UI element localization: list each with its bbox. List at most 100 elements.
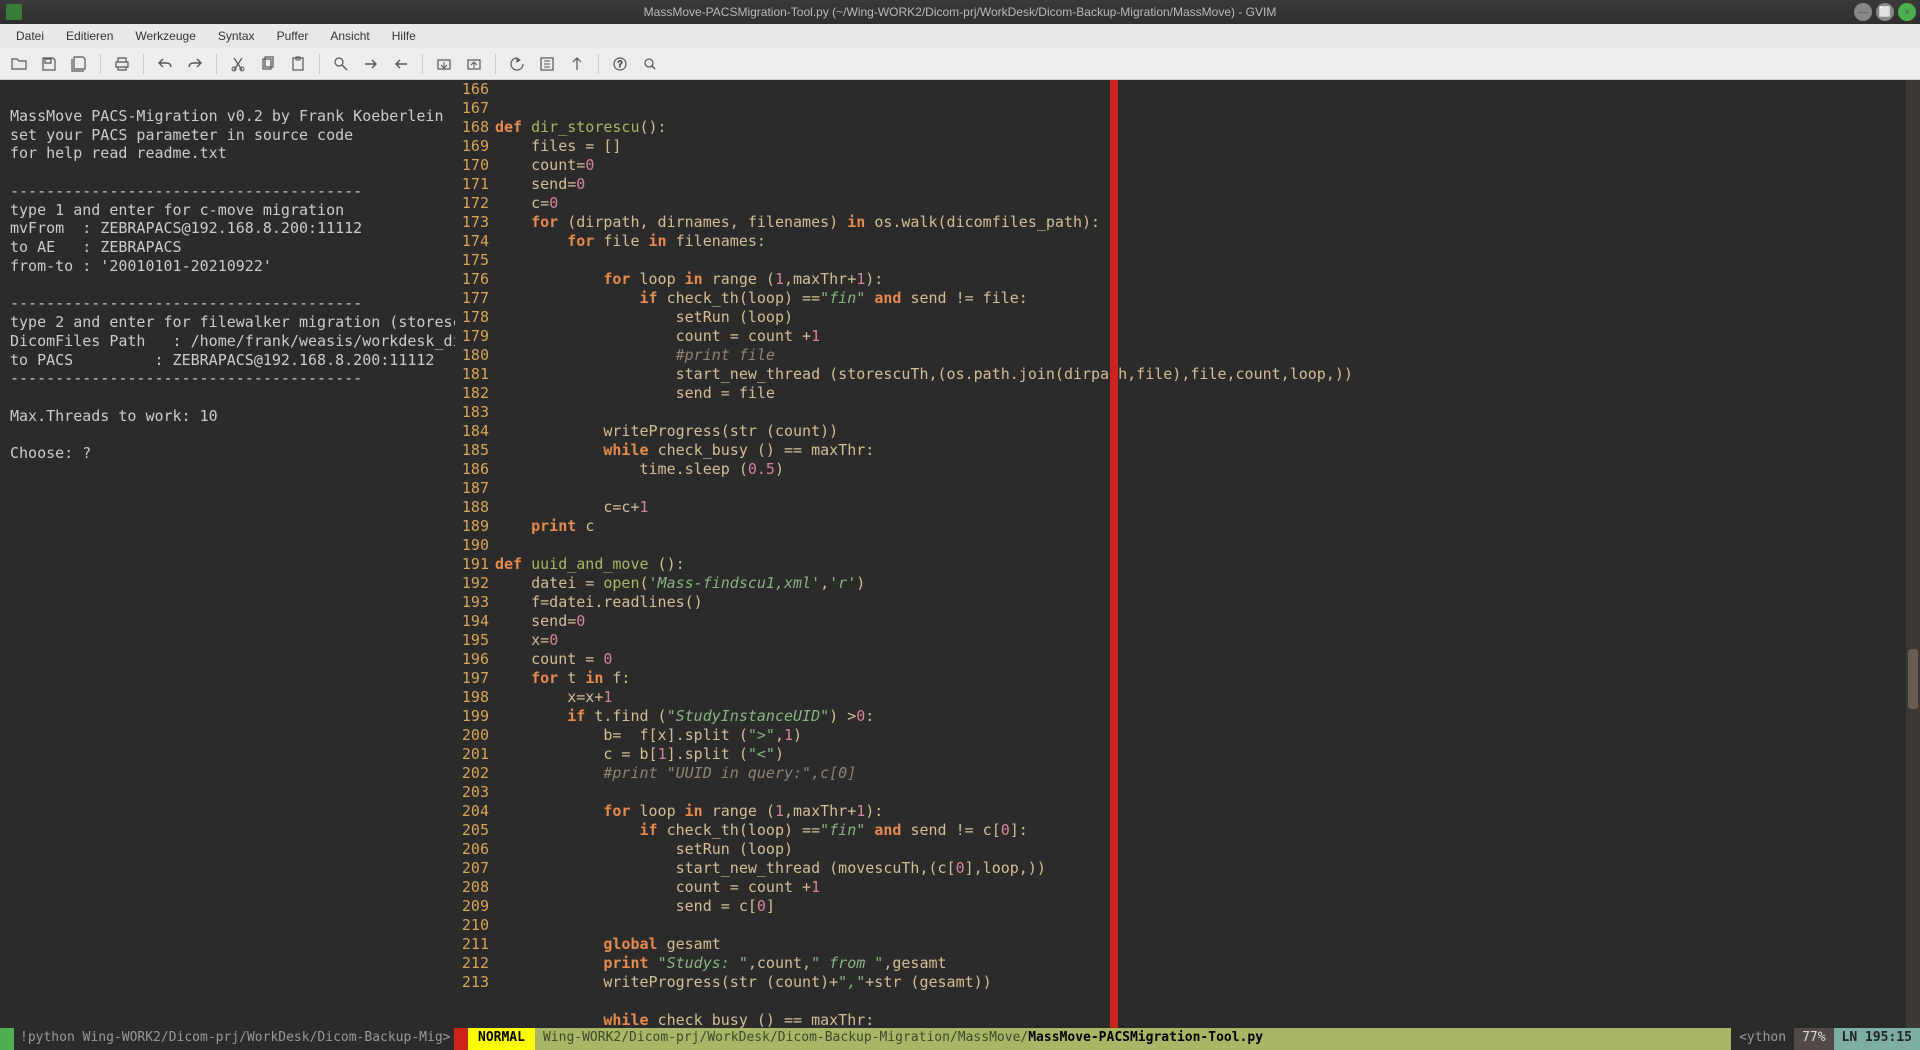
session-load-icon[interactable]	[431, 51, 457, 77]
close-button[interactable]: ×	[1898, 3, 1916, 21]
code-line: global gesamt	[495, 935, 1920, 954]
status-command: !python Wing-WORK2/Dicom-prj/WorkDesk/Di…	[14, 1028, 454, 1050]
statusbar: !python Wing-WORK2/Dicom-prj/WorkDesk/Di…	[0, 1028, 1920, 1050]
terminal-line: ---------------------------------------	[10, 369, 445, 388]
code-line: c=c+1	[495, 498, 1920, 517]
code-line	[495, 536, 1920, 555]
line-number: 166	[455, 80, 489, 99]
line-number: 179	[455, 327, 489, 346]
paste-icon[interactable]	[285, 51, 311, 77]
terminal-line: mvFrom : ZEBRAPACS@192.168.8.200:11112	[10, 219, 445, 238]
line-number: 176	[455, 270, 489, 289]
code-line: send = c[0]	[495, 897, 1920, 916]
line-number: 182	[455, 384, 489, 403]
line-number: 178	[455, 308, 489, 327]
line-number: 171	[455, 175, 489, 194]
cut-icon[interactable]	[225, 51, 251, 77]
window-controls: — ⬜ ×	[1854, 3, 1916, 21]
line-number: 170	[455, 156, 489, 175]
line-number: 172	[455, 194, 489, 213]
code-line: writeProgress(str (count)+","+str (gesam…	[495, 973, 1920, 992]
code-pane: 1661671681691701711721731741751761771781…	[455, 80, 1920, 1028]
terminal-line: to PACS : ZEBRAPACS@192.168.8.200:11112	[10, 351, 445, 370]
code-line: while check_busy () == maxThr:	[495, 441, 1920, 460]
code-line: if check_th(loop) =="fin" and send != c[…	[495, 821, 1920, 840]
svg-text:?: ?	[617, 59, 622, 69]
menu-syntax[interactable]: Syntax	[208, 26, 265, 46]
line-number: 181	[455, 365, 489, 384]
code-line: count = 0	[495, 650, 1920, 669]
code-line: start_new_thread (movescuTh,(c[0],loop,)…	[495, 859, 1920, 878]
open-icon[interactable]	[6, 51, 32, 77]
line-number: 180	[455, 346, 489, 365]
vertical-scrollbar[interactable]	[1906, 80, 1920, 1028]
make-icon[interactable]	[534, 51, 560, 77]
find-next-icon[interactable]	[358, 51, 384, 77]
code-line: x=0	[495, 631, 1920, 650]
terminal-output-pane[interactable]: MassMove PACS-Migration v0.2 by Frank Ko…	[0, 80, 455, 1028]
line-number: 183	[455, 403, 489, 422]
line-number: 211	[455, 935, 489, 954]
find-prev-icon[interactable]	[388, 51, 414, 77]
terminal-line: MassMove PACS-Migration v0.2 by Frank Ko…	[10, 107, 445, 126]
menu-view[interactable]: Ansicht	[320, 26, 379, 46]
menu-edit[interactable]: Editieren	[56, 26, 123, 46]
menu-buffers[interactable]: Puffer	[267, 26, 319, 46]
status-percent: 77%	[1794, 1028, 1833, 1050]
maximize-button[interactable]: ⬜	[1876, 3, 1894, 21]
line-number: 200	[455, 726, 489, 745]
menu-tools[interactable]: Werkzeuge	[125, 26, 205, 46]
code-line: setRun (loop)	[495, 840, 1920, 859]
code-line: if t.find ("StudyInstanceUID") >0:	[495, 707, 1920, 726]
line-number: 184	[455, 422, 489, 441]
scrollbar-thumb[interactable]	[1908, 649, 1918, 709]
code-line: c = b[1].split ("<")	[495, 745, 1920, 764]
find-replace-icon[interactable]	[328, 51, 354, 77]
line-number: 186	[455, 460, 489, 479]
save-all-icon[interactable]	[66, 51, 92, 77]
line-number: 169	[455, 137, 489, 156]
menu-file[interactable]: Datei	[6, 26, 54, 46]
line-number: 204	[455, 802, 489, 821]
minimize-button[interactable]: —	[1854, 3, 1872, 21]
code-line	[495, 251, 1920, 270]
code-line	[495, 783, 1920, 802]
print-icon[interactable]	[109, 51, 135, 77]
code-line: start_new_thread (storescuTh,(os.path.jo…	[495, 365, 1920, 384]
copy-icon[interactable]	[255, 51, 281, 77]
line-number: 190	[455, 536, 489, 555]
terminal-line: DicomFiles Path : /home/frank/weasis/wor…	[10, 332, 445, 351]
code-line: count = count +1	[495, 878, 1920, 897]
code-line: b= f[x].split (">",1)	[495, 726, 1920, 745]
run-script-icon[interactable]	[504, 51, 530, 77]
menu-help[interactable]: Hilfe	[382, 26, 426, 46]
line-number: 205	[455, 821, 489, 840]
code-line: print c	[495, 517, 1920, 536]
ctags-icon[interactable]	[564, 51, 590, 77]
help-icon[interactable]: ?	[607, 51, 633, 77]
terminal-line	[10, 426, 445, 445]
undo-icon[interactable]	[152, 51, 178, 77]
code-line: count = count +1	[495, 327, 1920, 346]
line-number: 174	[455, 232, 489, 251]
code-line: for loop in range (1,maxThr+1):	[495, 802, 1920, 821]
code-editor[interactable]: def dir_storescu(): files = [] count=0 s…	[495, 80, 1920, 1028]
toolbar-separator	[319, 54, 320, 74]
line-number: 191	[455, 555, 489, 574]
code-line: setRun (loop)	[495, 308, 1920, 327]
session-save-icon[interactable]	[461, 51, 487, 77]
code-line	[495, 992, 1920, 1011]
search-help-icon[interactable]	[637, 51, 663, 77]
terminal-line	[10, 388, 445, 407]
redo-icon[interactable]	[182, 51, 208, 77]
save-icon[interactable]	[36, 51, 62, 77]
code-line: files = []	[495, 137, 1920, 156]
status-filetype: <ython	[1731, 1028, 1794, 1050]
code-line	[495, 479, 1920, 498]
code-line	[495, 916, 1920, 935]
code-line: c=0	[495, 194, 1920, 213]
line-number: 189	[455, 517, 489, 536]
status-path-file: MassMove-PACSMigration-Tool.py	[1028, 1030, 1263, 1048]
code-line: time.sleep (0.5)	[495, 460, 1920, 479]
code-line: send=0	[495, 612, 1920, 631]
